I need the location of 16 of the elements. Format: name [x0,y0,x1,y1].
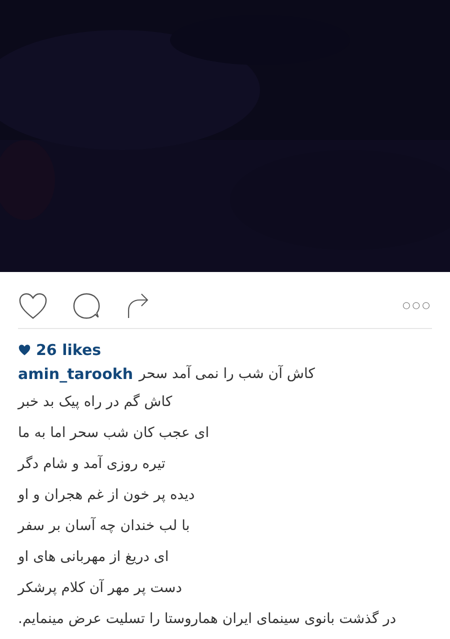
comment-icon[interactable] [72,292,102,320]
caption-line: تیره روزی آمد و شام دگر [18,456,166,472]
share-arrow-icon[interactable] [126,292,150,320]
caption-line: ای عجب کان شب سحر اما به ما [18,424,210,440]
username-link[interactable]: amin_tarookh [18,365,134,383]
more-button[interactable]: ○○○ [402,301,432,311]
caption-line: کاش گم در راه پیک بد خبر [18,394,172,410]
heart-icon [18,344,31,356]
heart-icon[interactable] [18,292,48,320]
caption-line: ای دریغ از مهربانی های او [18,548,169,564]
caption-line: دیده پر خون از غم هجران و او [18,486,195,502]
caption-line: در گذشت بانوی سینمای ایران هماروستا را تسلیت عرض مینمایم. [18,610,396,626]
caption-line: دست پر مهر آن کلام پرشکر [18,580,182,596]
caption-line: کاش آن شب را نمی آمد سحر [139,366,315,382]
likes-count[interactable]: 26 likes [36,341,102,359]
caption-line: با لب خندان چه آسان بر سفر [18,518,190,534]
